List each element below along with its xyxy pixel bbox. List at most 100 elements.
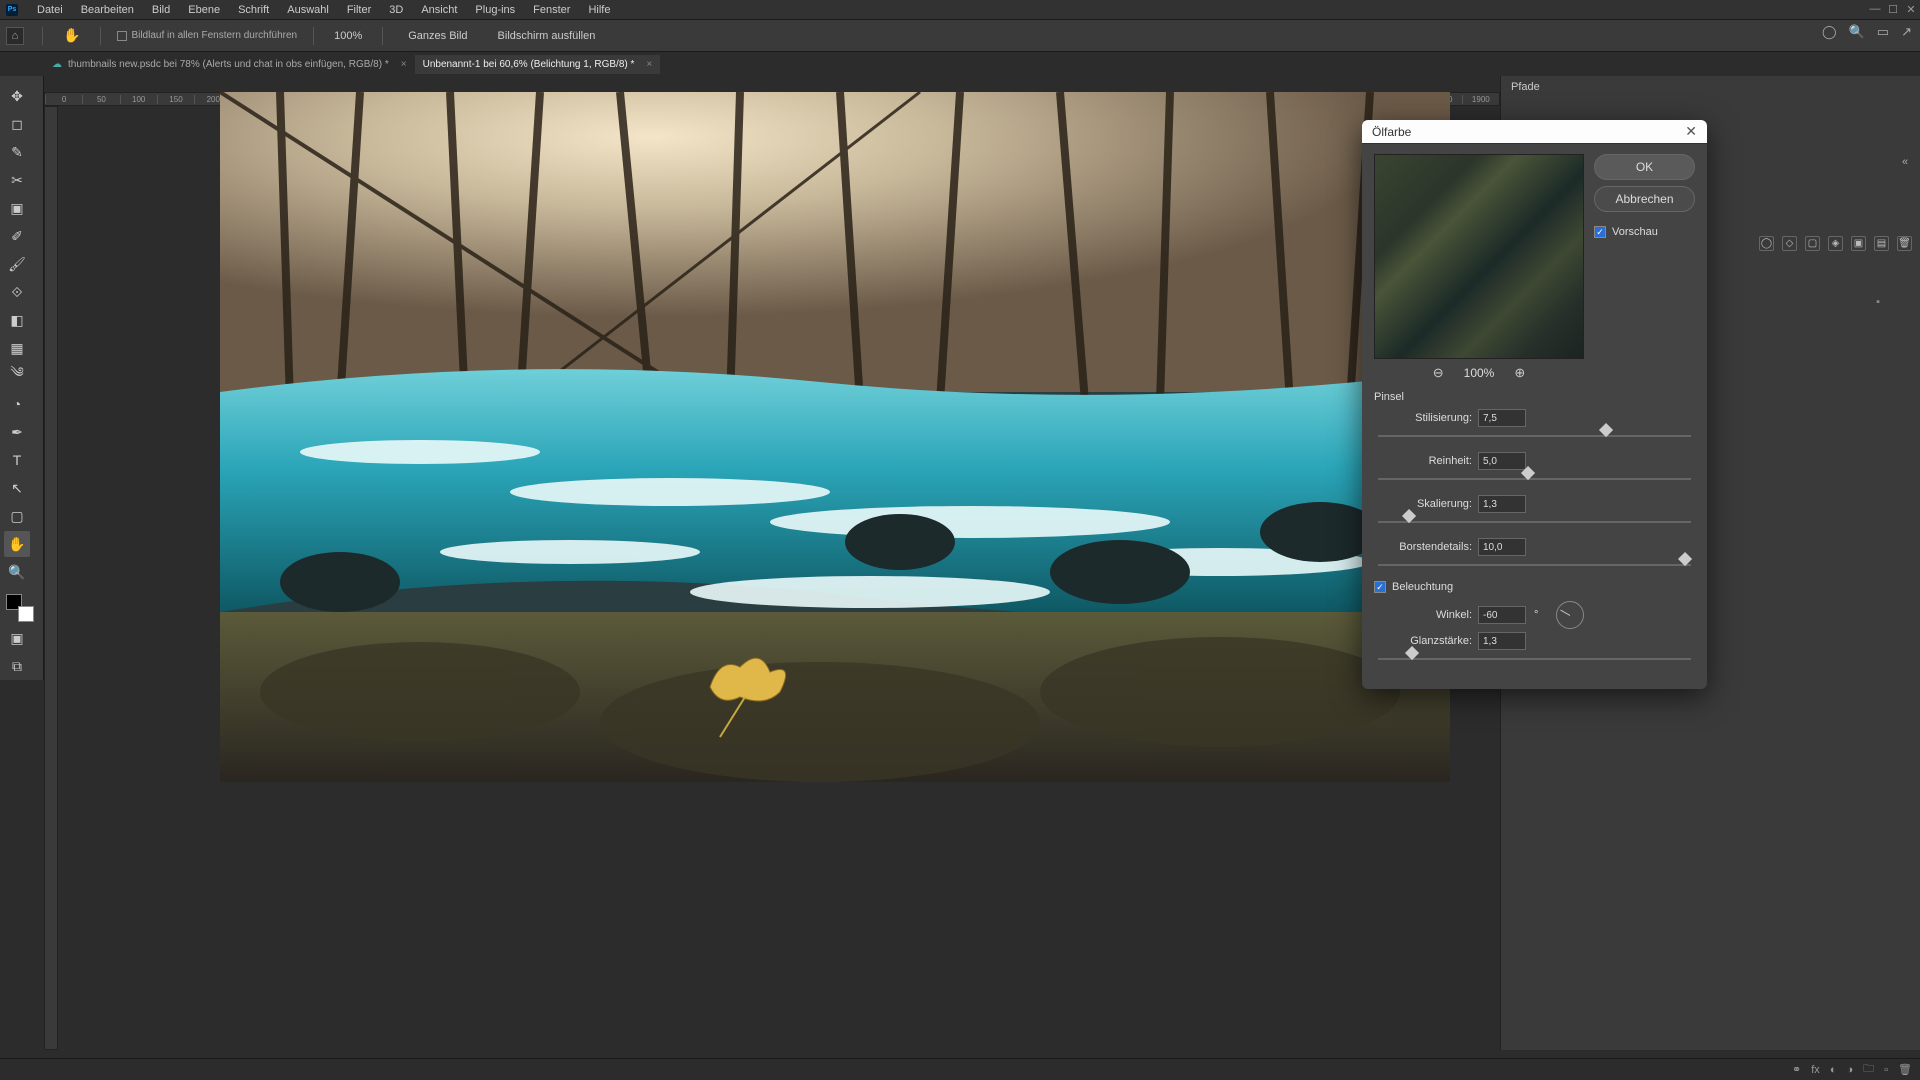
workspace-icon[interactable]: ▭ [1877, 24, 1889, 40]
color-swatch[interactable] [6, 594, 28, 616]
path-tool-icon[interactable]: ↖ [4, 475, 30, 501]
angle-dial[interactable] [1556, 601, 1584, 629]
shape-tool-icon[interactable]: ▢ [4, 503, 30, 529]
blur-tool-icon[interactable]: ༄ [4, 363, 30, 389]
glanz-slider[interactable] [1378, 653, 1691, 665]
link-icon[interactable]: ⚭ [1792, 1063, 1801, 1076]
dialog-preview[interactable] [1374, 154, 1584, 359]
menu-help[interactable]: Hilfe [579, 4, 619, 16]
menu-image[interactable]: Bild [143, 4, 179, 16]
hand-tool-icon[interactable]: ✋ [63, 27, 80, 44]
fx-icon[interactable]: fx [1811, 1064, 1820, 1076]
frame-tool-icon[interactable]: ▣ [4, 195, 30, 221]
zoom-value[interactable]: 100% [334, 30, 362, 42]
window-minimize-icon[interactable]: — [1866, 0, 1884, 18]
lasso-tool-icon[interactable]: ✎ [4, 139, 30, 165]
tab-document-2[interactable]: Unbenannt-1 bei 60,6% (Belichtung 1, RGB… [415, 55, 661, 74]
eyedropper-tool-icon[interactable]: ✐ [4, 223, 30, 249]
menu-plugins[interactable]: Plug-ins [466, 4, 524, 16]
fill-screen-button[interactable]: Bildschirm ausfüllen [487, 25, 607, 47]
beleuchtung-checkbox[interactable]: ✓ [1374, 581, 1386, 593]
zoom-tool-icon[interactable]: 🔍 [4, 559, 30, 585]
pen-tool-icon[interactable]: ✒ [4, 419, 30, 445]
skalierung-input[interactable] [1478, 495, 1526, 513]
panel-icon-1[interactable]: ◯ [1759, 236, 1774, 251]
reinheit-label: Reinheit: [1374, 455, 1472, 467]
reinheit-slider[interactable] [1378, 473, 1691, 485]
toolbar: ✥ ◻ ✎ ✂ ▣ ✐ 🖌 ⟐ ◧ ▦ ༄ ◔ ✒ T ↖ ▢ ✋ 🔍 ▣ ⧉ [0, 76, 44, 680]
hand-tool-icon[interactable]: ✋ [4, 531, 30, 557]
ruler-mark: 0 [45, 95, 82, 104]
borstendetails-slider[interactable] [1378, 559, 1691, 571]
borstendetails-label: Borstendetails: [1374, 541, 1472, 553]
ruler-mark: 100 [120, 95, 157, 104]
cloud-icon[interactable]: ◯ [1822, 24, 1837, 40]
skalierung-label: Skalierung: [1374, 498, 1472, 510]
borstendetails-input[interactable] [1478, 538, 1526, 556]
panel-badge-icon: ▪ [1876, 296, 1880, 308]
crop-tool-icon[interactable]: ✂ [4, 167, 30, 193]
skalierung-slider[interactable] [1378, 516, 1691, 528]
fit-screen-button[interactable]: Ganzes Bild [397, 25, 478, 47]
marquee-tool-icon[interactable]: ◻ [4, 111, 30, 137]
window-maximize-icon[interactable]: ☐ [1884, 0, 1902, 18]
panel-tab-paths[interactable]: Pfade [1511, 81, 1540, 93]
share-icon[interactable]: ↗ [1901, 24, 1912, 40]
glanz-label: Glanzstärke: [1374, 635, 1472, 647]
brush-tool-icon[interactable]: 🖌 [4, 251, 30, 277]
menu-view[interactable]: Ansicht [412, 4, 466, 16]
scroll-all-checkbox[interactable] [117, 31, 127, 41]
panel-trash-icon[interactable]: 🗑 [1897, 236, 1912, 251]
menu-file[interactable]: Datei [28, 4, 72, 16]
beleuchtung-heading: Beleuchtung [1392, 581, 1453, 593]
menu-window[interactable]: Fenster [524, 4, 579, 16]
adjustment-icon[interactable]: ◑ [1846, 1064, 1853, 1076]
tab-document-1[interactable]: ☁thumbnails new.psdc bei 78% (Alerts und… [44, 55, 415, 74]
pinsel-heading: Pinsel [1374, 391, 1695, 403]
panel-icon-2[interactable]: ◇ [1782, 236, 1797, 251]
preview-zoom: 100% [1464, 366, 1495, 380]
folder-icon[interactable]: 🗀 [1863, 1060, 1874, 1079]
glanz-input[interactable] [1478, 632, 1526, 650]
home-icon[interactable]: ⌂ [6, 27, 24, 45]
menu-layer[interactable]: Ebene [179, 4, 229, 16]
panel-collapse-icon[interactable]: « [1902, 156, 1908, 168]
search-icon[interactable]: 🔍 [1849, 24, 1865, 40]
window-close-icon[interactable]: ✕ [1902, 0, 1920, 18]
type-tool-icon[interactable]: T [4, 447, 30, 473]
trash-icon[interactable]: 🗑 [1898, 1063, 1912, 1076]
winkel-input[interactable] [1478, 606, 1526, 624]
cancel-button[interactable]: Abbrechen [1594, 186, 1695, 212]
menu-filter[interactable]: Filter [338, 4, 380, 16]
dodge-tool-icon[interactable]: ◔ [4, 391, 30, 417]
dialog-close-icon[interactable]: ✕ [1685, 123, 1697, 140]
menu-select[interactable]: Auswahl [278, 4, 338, 16]
tab-close-icon[interactable]: × [646, 59, 652, 70]
document-tabs: ☁thumbnails new.psdc bei 78% (Alerts und… [44, 53, 660, 75]
canvas-image[interactable] [220, 92, 1450, 782]
tab-close-icon[interactable]: × [401, 59, 407, 70]
quickmask-icon[interactable]: ▣ [4, 625, 30, 651]
panel-icon-6[interactable]: ▤ [1874, 236, 1889, 251]
clone-tool-icon[interactable]: ⟐ [4, 279, 30, 305]
stilisierung-input[interactable] [1478, 409, 1526, 427]
preview-checkbox[interactable]: ✓ [1594, 226, 1606, 238]
menu-3d[interactable]: 3D [380, 4, 412, 16]
panel-icon-3[interactable]: ▢ [1805, 236, 1820, 251]
move-tool-icon[interactable]: ✥ [4, 83, 30, 109]
panel-icon-5[interactable]: ▣ [1851, 236, 1866, 251]
zoom-out-icon[interactable]: ⊖ [1433, 365, 1444, 381]
eraser-tool-icon[interactable]: ◧ [4, 307, 30, 333]
ok-button[interactable]: OK [1594, 154, 1695, 180]
zoom-in-icon[interactable]: ⊕ [1514, 365, 1525, 381]
new-icon[interactable]: ▫ [1884, 1064, 1888, 1076]
screenmode-icon[interactable]: ⧉ [4, 653, 30, 679]
stilisierung-slider[interactable] [1378, 430, 1691, 442]
menu-edit[interactable]: Bearbeiten [72, 4, 143, 16]
menu-type[interactable]: Schrift [229, 4, 278, 16]
options-bar: ⌂ ✋ Bildlauf in allen Fenstern durchführ… [0, 20, 1920, 52]
winkel-unit: ° [1534, 609, 1538, 621]
reinheit-input[interactable] [1478, 452, 1526, 470]
panel-icon-4[interactable]: ◈ [1828, 236, 1843, 251]
mask-icon[interactable]: ◐ [1830, 1064, 1837, 1076]
